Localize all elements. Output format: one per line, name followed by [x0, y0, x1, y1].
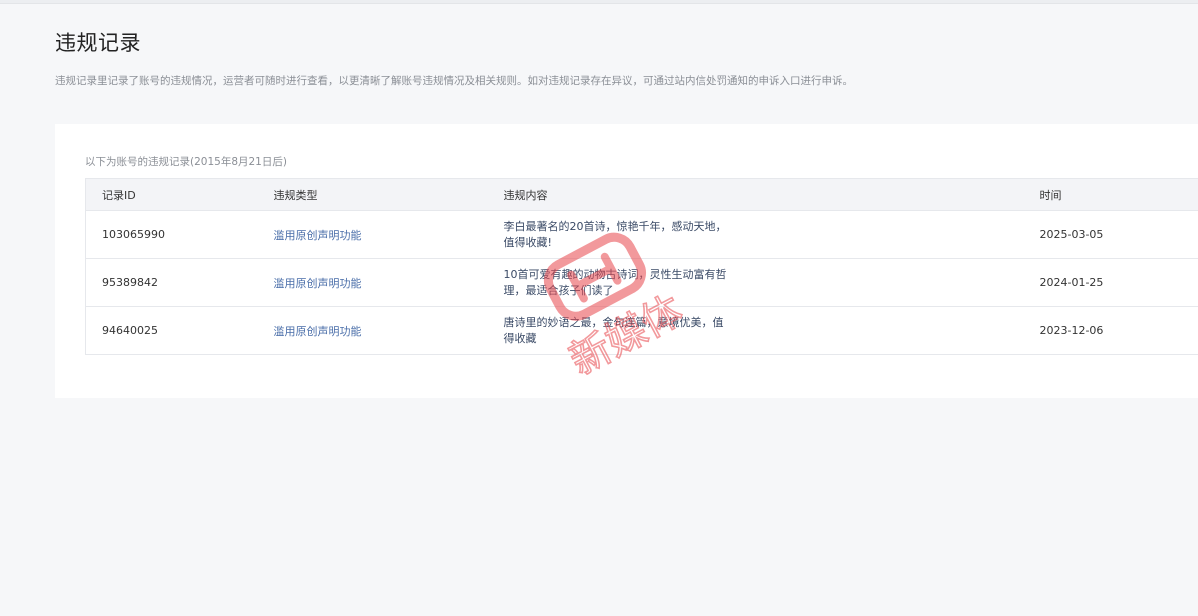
page-description: 违规记录里记录了账号的违规情况，运营者可随时进行查看，以更清晰了解账号违规情况及…	[55, 75, 853, 87]
table-header-row: 记录ID 违规类型 违规内容 时间	[85, 178, 1198, 211]
header-violation-type: 违规类型	[257, 178, 488, 211]
page-title: 违规记录	[55, 31, 141, 55]
violation-type: 滥用原创声明功能	[273, 324, 362, 338]
record-id: 103065990	[85, 210, 258, 259]
violation-type: 滥用原创声明功能	[273, 228, 362, 242]
top-divider	[0, 0, 1198, 4]
violation-content-text[interactable]: 10首可爱有趣的动物古诗词，灵性生动富有哲理，最适合孩子们读了	[504, 267, 734, 299]
violation-content-text[interactable]: 李白最著名的20首诗，惊艳千年，感动天地，值得收藏!	[504, 219, 734, 251]
record-id: 94640025	[85, 306, 258, 355]
violation-content[interactable]: 唐诗里的妙语之最，金句连篇，意境优美，值得收藏	[488, 307, 1024, 355]
table-row: 94640025 滥用原创声明功能 唐诗里的妙语之最，金句连篇，意境优美，值得收…	[85, 306, 1198, 355]
table-caption: 以下为账号的违规记录(2015年8月21日后)	[85, 156, 287, 168]
violation-content[interactable]: 李白最著名的20首诗，惊艳千年，感动天地，值得收藏!	[488, 211, 1024, 259]
header-violation-content: 违规内容	[487, 178, 1024, 211]
record-id: 95389842	[85, 258, 258, 307]
record-time: 2023-12-06	[1039, 324, 1104, 337]
violation-records-table: 记录ID 违规类型 违规内容 时间 103065990 滥用原创声明功能 李白最…	[85, 178, 1198, 355]
table-row: 95389842 滥用原创声明功能 10首可爱有趣的动物古诗词，灵性生动富有哲理…	[85, 258, 1198, 307]
record-time: 2025-03-05	[1039, 228, 1104, 241]
violation-content[interactable]: 10首可爱有趣的动物古诗词，灵性生动富有哲理，最适合孩子们读了	[488, 259, 1024, 307]
violation-content-text[interactable]: 唐诗里的妙语之最，金句连篇，意境优美，值得收藏	[504, 315, 734, 347]
header-time: 时间	[1023, 178, 1198, 211]
violation-type: 滥用原创声明功能	[273, 276, 362, 290]
record-time: 2024-01-25	[1039, 276, 1104, 289]
header-record-id: 记录ID	[85, 178, 258, 211]
records-card: 以下为账号的违规记录(2015年8月21日后) 记录ID 违规类型 违规内容 时…	[55, 124, 1198, 398]
table-row: 103065990 滥用原创声明功能 李白最著名的20首诗，惊艳千年，感动天地，…	[85, 210, 1198, 259]
